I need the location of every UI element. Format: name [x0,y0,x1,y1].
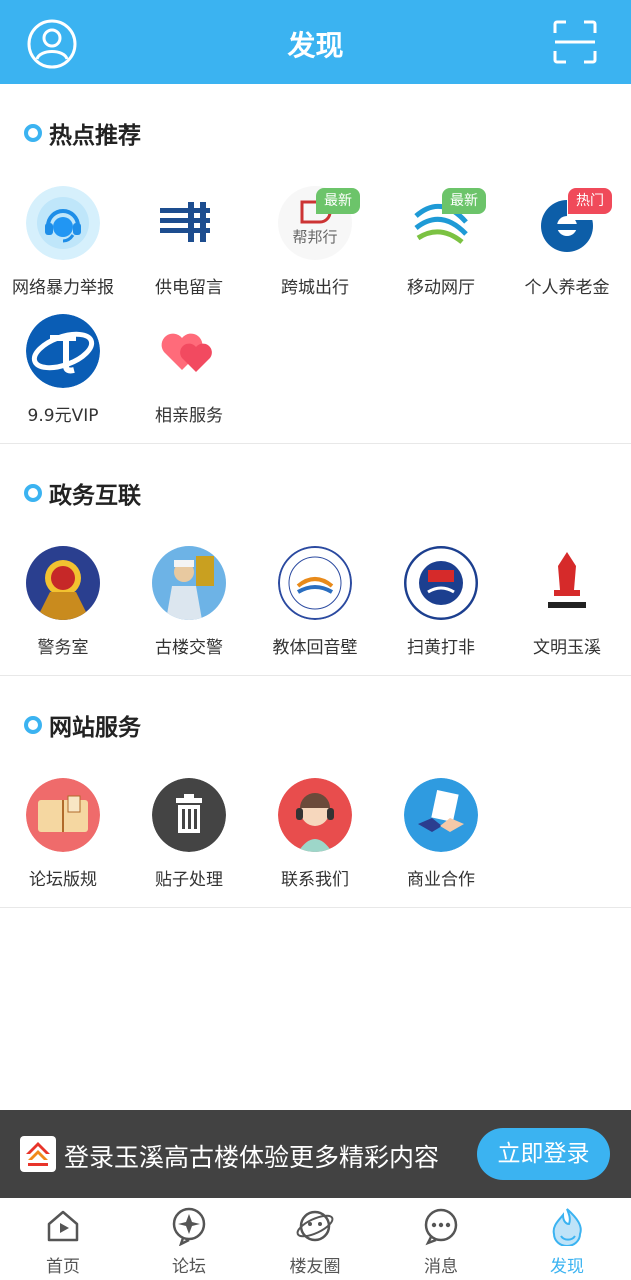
grid-item-police-office[interactable]: 警务室 [0,546,126,672]
grid-item-civilized-yuxi[interactable]: 文明玉溪 [504,546,630,672]
anti-porn-seal-icon [404,546,478,620]
grid-item-forum-rules[interactable]: 论坛版规 [0,778,126,904]
tab-discover[interactable]: 发现 [504,1198,630,1280]
top-bar: 发现 [0,0,631,84]
section-title: 热点推荐 [24,116,141,150]
login-banner-text: 登录玉溪高古楼体验更多精彩内容 [64,1143,440,1172]
bottom-tab-bar: 首页 论坛 楼友圈 消息 发现 [0,1198,631,1280]
education-bureau-seal-icon [278,546,352,620]
section-dot-icon [24,716,42,734]
page-title: 发现 [287,29,344,62]
app-logo-icon [20,1136,56,1172]
police-emblem-icon [26,546,100,620]
section-dot-icon [24,484,42,502]
discover-flame-icon [552,1208,582,1246]
china-telecom-logo-icon [26,314,100,388]
grid-item-business-cooperation[interactable]: 商业合作 [378,778,504,904]
tab-forum[interactable]: 论坛 [126,1198,252,1280]
grid-item-power-message[interactable]: 供电留言 [126,186,252,312]
svg-text:帮邦行: 帮邦行 [292,228,337,246]
section-title: 网站服务 [24,708,141,742]
login-button[interactable]: 立即登录 [477,1128,610,1180]
grid-item-mobile-hall[interactable]: 最新 移动网厅 [378,186,504,312]
grid-item-network-violence-report[interactable]: 网络暴力举报 [0,186,126,312]
section-site-services: 网站服务 论坛版规 贴子处理 联系我们 商业合作 [0,676,631,908]
login-banner: 登录玉溪高古楼体验更多精彩内容 立即登录 [0,1110,631,1198]
badge-new: 最新 [316,188,360,214]
section-hot-recommend: 热点推荐 网络暴力举报 供电留言 帮邦行 最新 跨城出行 最新 移动网厅 热门 … [0,84,631,444]
power-grid-logo-icon [152,186,226,260]
section-dot-icon [24,124,42,142]
section-title: 政务互联 [24,476,141,510]
section-gov-interconnect: 政务互联 警务室 古楼交警 教体回音壁 扫黄打非 文明玉溪 [0,444,631,676]
forum-icon [172,1207,206,1246]
rulebook-icon [26,778,100,852]
discover-content: 热点推荐 网络暴力举报 供电留言 帮邦行 最新 跨城出行 最新 移动网厅 热门 … [0,84,631,908]
tab-home[interactable]: 首页 [0,1198,126,1280]
grid-item-education-echo-wall[interactable]: 教体回音壁 [252,546,378,672]
civilized-yuxi-logo-icon [530,546,604,620]
home-icon [47,1210,79,1242]
planet-icon [296,1210,334,1242]
badge-hot: 热门 [568,188,612,214]
badge-new: 最新 [442,188,486,214]
grid-item-vip[interactable]: 9.9元VIP [0,314,126,440]
grid-item-contact-us[interactable]: 联系我们 [252,778,378,904]
traffic-police-icon [152,546,226,620]
scan-icon[interactable] [553,20,597,64]
customer-service-icon [278,778,352,852]
headset-icon [26,186,100,260]
message-icon [424,1208,458,1246]
grid-item-traffic-police[interactable]: 古楼交警 [126,546,252,672]
hearts-icon [152,314,226,388]
grid-item-cross-city-travel[interactable]: 帮邦行 最新 跨城出行 [252,186,378,312]
grid-item-anti-porn[interactable]: 扫黄打非 [378,546,504,672]
tab-messages[interactable]: 消息 [378,1198,504,1280]
tab-friends-circle[interactable]: 楼友圈 [252,1198,378,1280]
grid-item-personal-pension[interactable]: 热门 个人养老金 [504,186,630,312]
handshake-icon [404,778,478,852]
grid-item-matchmaking[interactable]: 相亲服务 [126,314,252,440]
grid-item-post-handling[interactable]: 贴子处理 [126,778,252,904]
trash-icon [152,778,226,852]
